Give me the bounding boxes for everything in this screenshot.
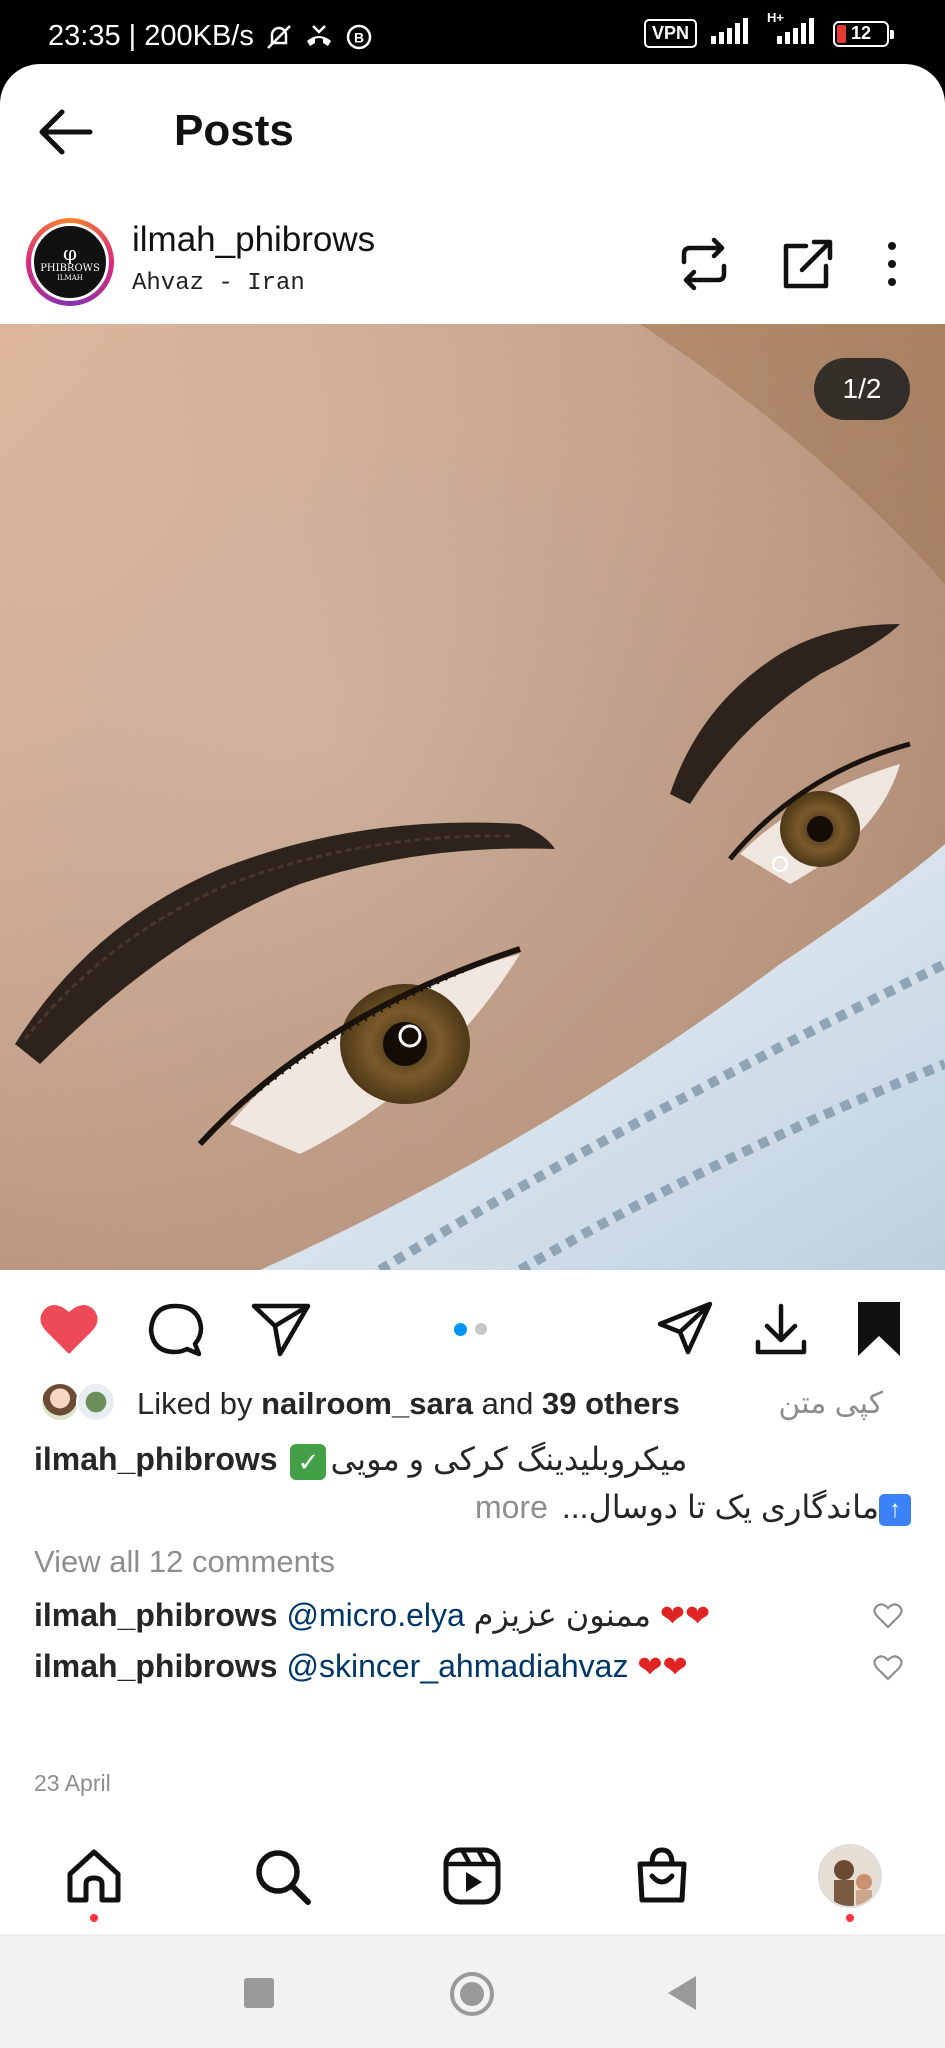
liked-by-others[interactable]: 39 others [542, 1386, 680, 1421]
signal-2-icon: H+ [767, 10, 819, 49]
caption-username[interactable]: ilmah_phibrows [34, 1441, 278, 1477]
comment-icon [148, 1303, 204, 1357]
likes-row: Liked by nailroom_sara and 39 others کپی… [0, 1378, 945, 1428]
liker-avatar-1 [40, 1382, 80, 1422]
more-options-button[interactable] [862, 234, 902, 294]
image-counter: 1/2 [814, 358, 910, 420]
battery-icon: 12 [833, 20, 894, 47]
heart-filled-icon [40, 1304, 98, 1354]
comment-button[interactable] [145, 1300, 207, 1358]
comment-hearts: ❤❤ [659, 1600, 711, 1633]
send-alt-icon [657, 1301, 713, 1355]
comment-hearts: ❤❤ [637, 1651, 688, 1684]
eyebrow-photo [0, 324, 945, 1270]
nav-reels[interactable] [440, 1844, 504, 1908]
liked-by-user[interactable]: nailroom_sara [261, 1386, 473, 1421]
nav-search[interactable] [250, 1844, 314, 1908]
profile-avatar-image [820, 1846, 880, 1906]
comment-mention[interactable]: @skincer_ahmadiahvaz [286, 1648, 628, 1684]
comment-text: ممنون عزیزم [473, 1597, 652, 1633]
caption-more-link[interactable]: more [475, 1489, 548, 1525]
caption-text-1: میکروبلیدینگ کرکی و مویی [330, 1441, 688, 1477]
post-username[interactable]: ilmah_phibrows [132, 220, 375, 260]
missed-call-icon [304, 23, 334, 51]
liker-avatar-2 [76, 1382, 116, 1422]
download-button[interactable] [750, 1300, 812, 1358]
status-time-speed: 23:35 | 200KB/s [48, 20, 254, 52]
search-icon [256, 1850, 311, 1905]
page-title: Posts [174, 106, 294, 155]
system-navigation-bar [0, 1936, 945, 2048]
liked-by-text[interactable]: Liked by nailroom_sara and 39 others [137, 1386, 680, 1422]
profile-notification-dot [846, 1914, 854, 1922]
carousel-dot-1 [454, 1322, 467, 1336]
signal-icon [711, 18, 753, 49]
heart-outline-icon [873, 1655, 903, 1681]
comment-username[interactable]: ilmah_phibrows [34, 1597, 278, 1633]
post-header: φ PHIBROWS ILMAH ilmah_phibrows Ahvaz - … [0, 200, 945, 324]
shop-icon [637, 1847, 687, 1903]
post-location[interactable]: Ahvaz - Iran [132, 270, 305, 297]
post-actions [0, 1270, 945, 1378]
repost-icon [681, 237, 727, 291]
caption-line-2: more ماندگاری یک تا دوسال... ↑ [475, 1488, 911, 1526]
like-button[interactable] [38, 1300, 100, 1358]
svg-text:B: B [354, 29, 364, 45]
copy-text-button[interactable]: کپی متن [778, 1386, 883, 1421]
avatar[interactable]: φ PHIBROWS ILMAH [26, 218, 114, 306]
external-share-button[interactable] [776, 234, 836, 294]
arrow-left-icon [39, 109, 93, 155]
view-all-comments-link[interactable]: View all 12 comments [34, 1544, 335, 1580]
up-arrow-icon: ↑ [879, 1493, 911, 1526]
save-button[interactable] [848, 1300, 910, 1358]
more-vertical-icon [888, 242, 896, 286]
status-bar: 23:35 | 200KB/s B VPN H+ 12 [0, 0, 945, 66]
reels-icon [443, 1847, 501, 1905]
battery-level: 12 [850, 22, 872, 43]
comment-mention[interactable]: @micro.elya [286, 1597, 464, 1633]
direct-send-button[interactable] [654, 1300, 716, 1358]
check-mark-icon: ✓ [290, 1443, 327, 1480]
bottom-navigation [0, 1816, 945, 1936]
comment-like-button[interactable] [873, 1654, 903, 1682]
download-icon [755, 1303, 807, 1355]
top-header: Posts [0, 64, 945, 200]
vpn-badge: VPN [643, 19, 697, 48]
home-system-button[interactable] [450, 1972, 494, 2016]
muted-bell-icon [264, 23, 294, 51]
post-image[interactable]: 1/2 [0, 324, 945, 1270]
app-screen: Posts φ PHIBROWS ILMAH ilmah_phibrows Ah… [0, 64, 945, 1904]
send-icon [251, 1303, 311, 1357]
post-date: 23 April [34, 1770, 111, 1796]
back-button[interactable] [36, 106, 96, 158]
caption-line-1: ilmah_phibrows ✓ میکروبلیدینگ کرکی و مویی [34, 1440, 914, 1480]
nav-shop[interactable] [630, 1844, 694, 1908]
carousel-indicator [454, 1322, 487, 1336]
back-system-button[interactable] [668, 1976, 696, 2010]
comment-row: ilmah_phibrows @micro.elya ممنون عزیزم ❤… [34, 1596, 710, 1634]
home-notification-dot [90, 1914, 98, 1922]
heart-outline-icon [873, 1603, 903, 1629]
carousel-dot-2 [475, 1323, 487, 1335]
nav-home[interactable] [62, 1844, 126, 1908]
b-badge-icon: B [344, 23, 374, 51]
comment-username[interactable]: ilmah_phibrows [34, 1648, 278, 1684]
external-share-icon [783, 239, 833, 289]
comment-row: ilmah_phibrows @skincer_ahmadiahvaz ❤❤ [34, 1648, 688, 1685]
home-icon [67, 1849, 121, 1903]
comment-like-button[interactable] [873, 1602, 903, 1630]
send-button[interactable] [250, 1300, 312, 1358]
recents-button[interactable] [244, 1978, 274, 2008]
caption-text-2: ماندگاری یک تا دوسال... [561, 1489, 879, 1525]
nav-profile-avatar[interactable] [818, 1844, 882, 1908]
repost-button[interactable] [674, 234, 734, 294]
bookmark-filled-icon [858, 1302, 900, 1356]
network-type: H+ [767, 10, 784, 25]
